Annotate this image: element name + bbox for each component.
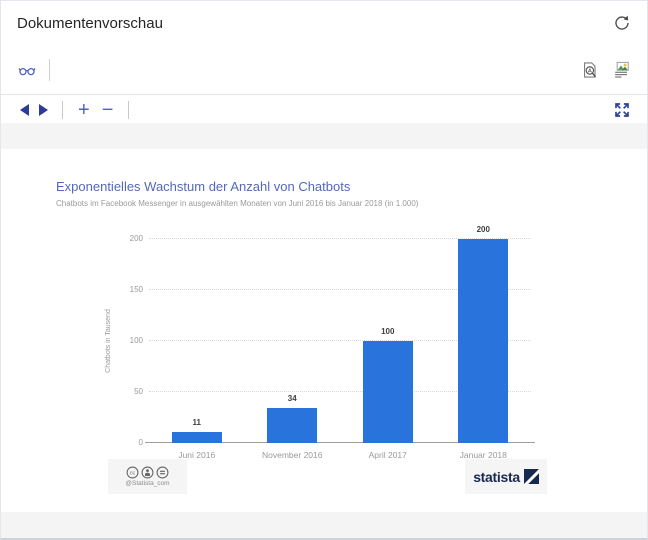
read-mode-button[interactable] bbox=[15, 58, 39, 82]
refresh-icon bbox=[613, 14, 631, 32]
toolbar-divider bbox=[49, 59, 50, 81]
svg-text:A: A bbox=[588, 68, 592, 74]
triangle-left-icon bbox=[20, 104, 29, 116]
header: Dokumentenvorschau bbox=[1, 1, 647, 45]
page-title: Dokumentenvorschau bbox=[17, 15, 611, 32]
cc-icon: cc bbox=[126, 466, 139, 479]
toolbar-divider bbox=[62, 101, 63, 119]
chart-subtitle: Chatbots im Facebook Messenger in ausgew… bbox=[56, 199, 418, 208]
statista-logo: statista bbox=[465, 459, 547, 494]
toolbar-divider bbox=[128, 101, 129, 119]
x-axis-label: November 2016 bbox=[245, 450, 341, 460]
glasses-icon bbox=[17, 60, 37, 80]
svg-text:cc: cc bbox=[130, 471, 136, 477]
statista-handle: @Statista_com bbox=[125, 480, 169, 487]
chart-plot-area: 1134100200 bbox=[149, 239, 531, 443]
fullscreen-button[interactable] bbox=[611, 99, 633, 121]
preview-margin-bottom bbox=[1, 512, 647, 538]
bar-april-2017 bbox=[363, 341, 413, 443]
license-badge: cc @Statista_com bbox=[108, 459, 187, 494]
preview-margin-top bbox=[1, 123, 647, 149]
bar-value-label: 200 bbox=[436, 225, 532, 234]
y-tick-label: 100 bbox=[130, 337, 143, 345]
bar-value-label: 11 bbox=[149, 418, 245, 427]
y-tick-label: 200 bbox=[130, 235, 143, 243]
y-tick-label: 0 bbox=[139, 439, 143, 447]
y-tick-label: 150 bbox=[130, 286, 143, 294]
navigation-toolbar: + − bbox=[1, 96, 647, 123]
bar-value-label: 34 bbox=[245, 394, 341, 403]
expand-arrows-icon bbox=[613, 101, 631, 119]
x-axis-label: April 2017 bbox=[340, 450, 436, 460]
cc-license-icons: cc bbox=[126, 466, 169, 479]
previous-page-button[interactable] bbox=[15, 102, 34, 118]
next-page-button[interactable] bbox=[34, 102, 53, 118]
bar-november-2016 bbox=[267, 408, 317, 443]
y-tick-label: 50 bbox=[134, 388, 143, 396]
bar-januar-2018 bbox=[458, 239, 508, 443]
document-search-icon: A bbox=[580, 60, 600, 80]
refresh-button[interactable] bbox=[611, 12, 633, 34]
document-page: Exponentielles Wachstum der Anzahl von C… bbox=[1, 149, 647, 512]
bar-juni-2016 bbox=[172, 432, 222, 443]
statista-logo-text: statista bbox=[473, 469, 520, 485]
chart-title: Exponentielles Wachstum der Anzahl von C… bbox=[56, 179, 350, 194]
cc-nd-equals-icon bbox=[156, 466, 169, 479]
preview-toolbar: A bbox=[1, 45, 647, 95]
statista-logo-mark bbox=[524, 469, 539, 484]
document-search-button[interactable]: A bbox=[578, 58, 602, 82]
document-image-icon bbox=[612, 60, 631, 79]
zoom-in-button[interactable]: + bbox=[72, 101, 96, 119]
document-preview-window: Dokumentenvorschau A bbox=[0, 0, 648, 540]
cc-by-person-icon bbox=[141, 466, 154, 479]
y-axis-ticks: 050100150200 bbox=[115, 239, 143, 443]
bar-value-label: 100 bbox=[340, 327, 436, 336]
zoom-out-button[interactable]: − bbox=[96, 101, 120, 119]
triangle-right-icon bbox=[39, 104, 48, 116]
y-axis-label: Chatbots in Tausend bbox=[105, 239, 115, 443]
thumbnail-view-button[interactable] bbox=[610, 58, 633, 81]
